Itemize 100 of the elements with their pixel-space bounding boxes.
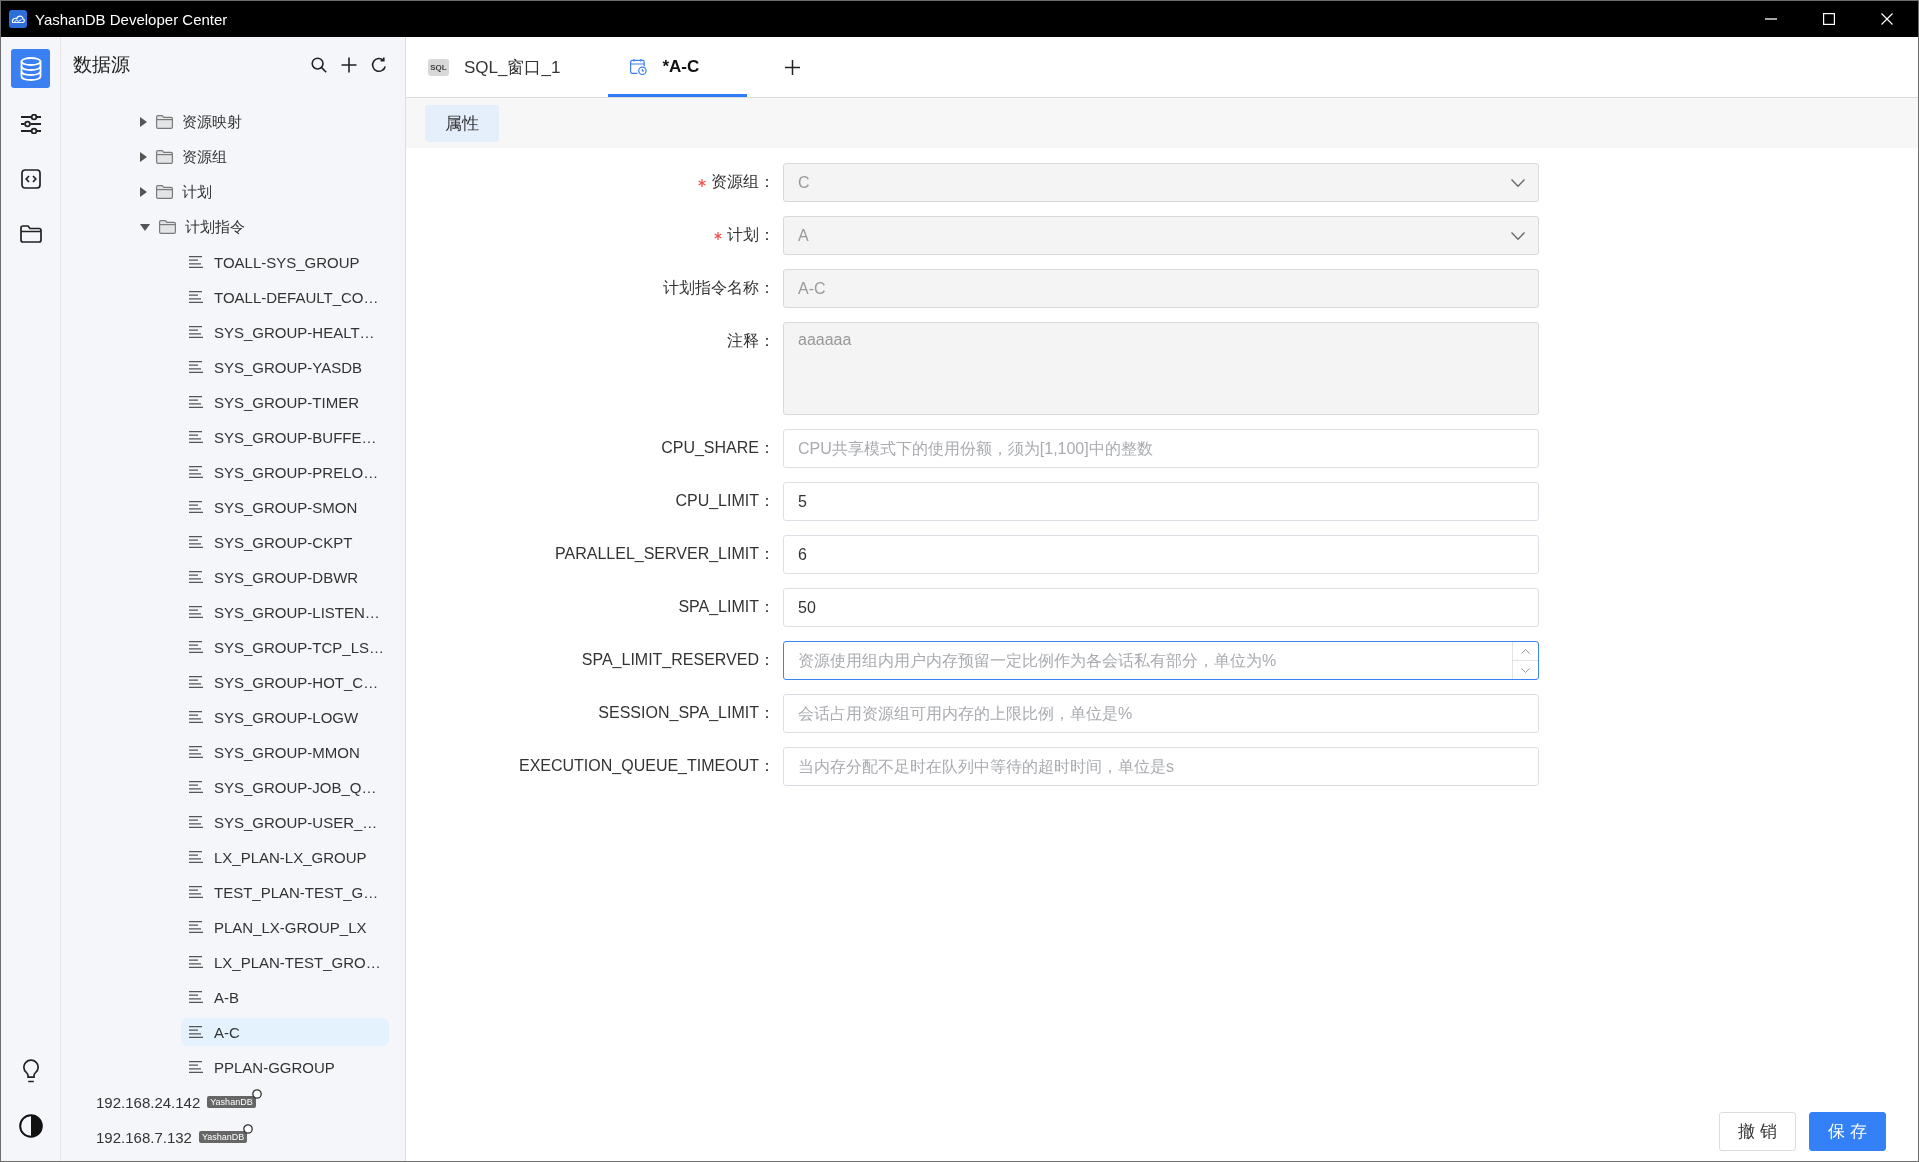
- tree-item[interactable]: SYS_GROUP-JOB_Q…: [181, 773, 389, 801]
- add-icon[interactable]: [341, 57, 357, 73]
- tree-item[interactable]: SYS_GROUP-DBWR: [181, 563, 389, 591]
- calendar-clock-icon: [630, 59, 648, 75]
- status-ring-icon: [243, 1124, 254, 1134]
- list-icon: [189, 536, 203, 548]
- list-icon: [189, 851, 203, 863]
- tree-item[interactable]: SYS_GROUP-TCP_LS…: [181, 633, 393, 661]
- folder-icon: [19, 224, 42, 243]
- tree-item[interactable]: SYS_GROUP-MMON: [181, 738, 389, 766]
- list-icon: [189, 291, 203, 303]
- subtab[interactable]: 属性: [425, 104, 499, 142]
- list-icon: [189, 606, 203, 618]
- list-icon: [189, 361, 203, 373]
- cancel-button[interactable]: 撤 销: [1719, 1112, 1796, 1151]
- field-label: SPA_LIMIT_RESERVED：: [581, 650, 775, 670]
- folder-icon: [159, 220, 176, 234]
- sliders-icon: [19, 113, 42, 134]
- chevron-up-icon[interactable]: [1521, 648, 1530, 654]
- tree-item[interactable]: LX_PLAN-TEST_GRO…: [181, 948, 389, 976]
- field-label: 计划：: [727, 225, 775, 245]
- field-label: CPU_SHARE：: [661, 438, 775, 458]
- field-label: SESSION_SPA_LIMIT：: [598, 703, 775, 723]
- tree-item[interactable]: SYS_GROUP-BUFFE…: [181, 423, 389, 451]
- tree-item[interactable]: TEST_PLAN-TEST_G…: [181, 878, 389, 906]
- list-icon: [189, 956, 203, 968]
- tree-item[interactable]: PPLAN-GGROUP: [181, 1053, 389, 1081]
- tree-item[interactable]: A-B: [181, 983, 389, 1011]
- list-icon: [189, 466, 203, 478]
- add-tab-icon[interactable]: [785, 59, 801, 75]
- tree-item[interactable]: SYS_GROUP-CKPT: [181, 528, 389, 556]
- close-icon[interactable]: [1881, 13, 1893, 25]
- refresh-icon[interactable]: [371, 57, 387, 73]
- status-ring-icon: [251, 1089, 262, 1099]
- tree-item[interactable]: 计划指令: [136, 213, 249, 241]
- field-label: CPU_LIMIT：: [675, 491, 775, 511]
- tree-item[interactable]: A-C: [181, 1018, 389, 1046]
- list-icon: [189, 256, 203, 268]
- tab[interactable]: SQL SQL_窗口_1: [406, 37, 609, 97]
- folder-icon: [156, 150, 173, 164]
- input-field[interactable]: 50: [783, 588, 1539, 627]
- contrast-icon[interactable]: [18, 1114, 43, 1138]
- input-field[interactable]: 资源使用组内用户内存预留一定比例作为各会话私有部分，单位为%: [783, 641, 1539, 680]
- list-icon: [189, 991, 203, 1003]
- list-icon: [189, 571, 203, 583]
- list-icon: [189, 1026, 203, 1038]
- tree-item[interactable]: TOALL-DEFAULT_CO…: [181, 283, 389, 311]
- window-title: YashanDB Developer Center: [35, 10, 228, 28]
- list-icon: [189, 711, 203, 723]
- folder-icon: [156, 185, 173, 199]
- field-label: 资源组：: [711, 172, 775, 192]
- chevron-down-icon: [1511, 178, 1525, 187]
- tree-item[interactable]: SYS_GROUP-LISTEN…: [181, 598, 389, 626]
- list-icon: [189, 641, 203, 653]
- tree-item[interactable]: TOALL-SYS_GROUP: [181, 248, 389, 276]
- list-icon: [189, 921, 203, 933]
- save-button[interactable]: 保 存: [1809, 1112, 1886, 1151]
- input-field[interactable]: 6: [783, 535, 1539, 574]
- field-label: EXECUTION_QUEUE_TIMEOUT：: [518, 756, 775, 776]
- connection-item[interactable]: 192.168.7.132 YashanDB: [94, 1123, 256, 1151]
- sidebar-title: 数据源: [73, 53, 130, 77]
- tree-item[interactable]: PLAN_LX-GROUP_LX: [181, 913, 389, 941]
- list-icon: [189, 326, 203, 338]
- list-icon: [189, 1061, 203, 1073]
- chevron-down-icon[interactable]: [1521, 667, 1530, 673]
- list-icon: [189, 746, 203, 758]
- code-icon: [20, 168, 41, 189]
- tree-item[interactable]: 资源映射: [136, 108, 246, 136]
- field-label: PARALLEL_SERVER_LIMIT：: [555, 544, 775, 564]
- chevron-down-icon: [1511, 231, 1525, 240]
- search-icon[interactable]: [311, 57, 327, 73]
- app-logo-icon: [9, 10, 27, 28]
- tree-item[interactable]: SYS_GROUP-PRELO…: [181, 458, 389, 486]
- list-icon: [189, 396, 203, 408]
- tree-item[interactable]: SYS_GROUP-USER_…: [181, 808, 389, 836]
- list-icon: [189, 781, 203, 793]
- list-icon: [189, 431, 203, 443]
- folder-icon: [156, 115, 173, 129]
- list-icon: [189, 886, 203, 898]
- tree-item[interactable]: SYS_GROUP-HOT_C…: [181, 668, 389, 696]
- connection-item[interactable]: 192.168.24.142 YashanDB: [94, 1088, 264, 1116]
- sql-icon: SQL: [428, 58, 449, 76]
- field-label: SPA_LIMIT：: [678, 597, 775, 617]
- tree-item[interactable]: SYS_GROUP-YASDB: [181, 353, 389, 381]
- database-type-badge: YashanDB: [198, 1131, 248, 1143]
- lightbulb-icon[interactable]: [21, 1059, 40, 1083]
- field-label: 注释：: [727, 331, 775, 351]
- tree-item[interactable]: SYS_GROUP-LOGW: [181, 703, 389, 731]
- tree-item[interactable]: 计划: [136, 178, 216, 206]
- tree-item[interactable]: SYS_GROUP-TIMER: [181, 388, 389, 416]
- database-icon: [19, 56, 42, 81]
- tree-item[interactable]: 资源组: [136, 143, 231, 171]
- list-icon: [189, 501, 203, 513]
- input-field[interactable]: 5: [783, 482, 1539, 521]
- maximize-icon[interactable]: [1823, 13, 1835, 25]
- tree-item[interactable]: SYS_GROUP-SMON: [181, 493, 389, 521]
- tree-item[interactable]: LX_PLAN-LX_GROUP: [181, 843, 389, 871]
- field-label: 计划指令名称：: [663, 278, 775, 298]
- list-icon: [189, 816, 203, 828]
- tree-item[interactable]: SYS_GROUP-HEALT…: [181, 318, 389, 346]
